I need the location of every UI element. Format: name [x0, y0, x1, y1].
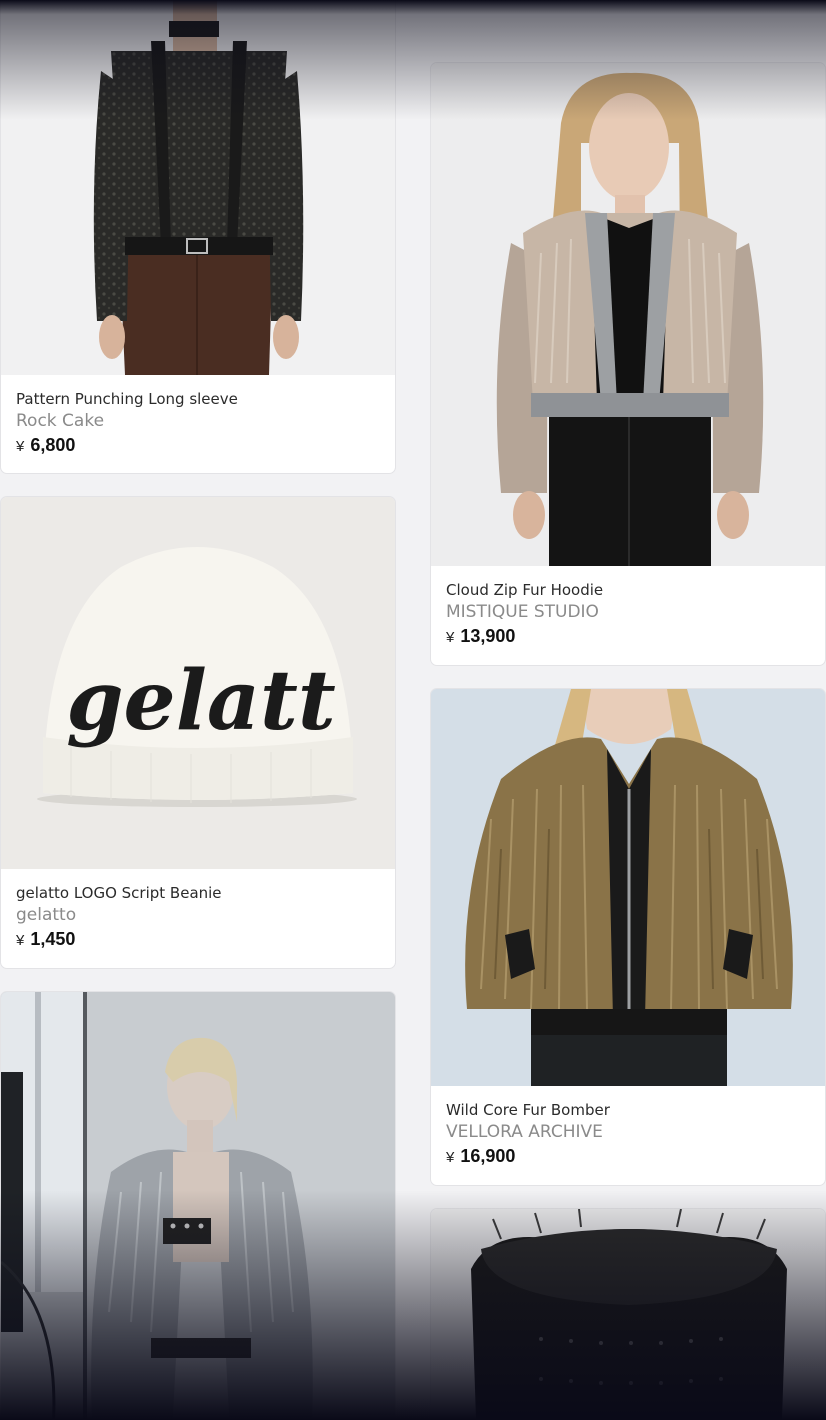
- product-price: ¥1,450: [16, 927, 380, 953]
- product-title: Wild Core Fur Bomber: [446, 1101, 610, 1119]
- product-brand[interactable]: MISTIQUE STUDIO: [446, 600, 810, 624]
- product-card-gelatto-beanie[interactable]: gelatt gelatto LOGO Script Beanie gelatt…: [0, 496, 396, 969]
- fur-bomber-jacket-icon: [431, 689, 825, 1086]
- product-title: gelatto LOGO Script Beanie: [16, 884, 222, 902]
- product-card-pattern-punching[interactable]: Pattern Punching Long sleeve Rock Cake ¥…: [0, 0, 396, 474]
- product-brand[interactable]: VELLORA ARCHIVE: [446, 1120, 810, 1144]
- product-card-wild-core-fur-bomber[interactable]: Wild Core Fur Bomber VELLORA ARCHIVE ¥16…: [430, 688, 826, 1186]
- product-title: Pattern Punching Long sleeve: [16, 390, 238, 408]
- product-brand[interactable]: gelatto: [16, 903, 380, 927]
- product-card-grey-fur-coat[interactable]: [0, 991, 396, 1420]
- price-value: 16,900: [460, 1146, 516, 1166]
- product-price: ¥6,800: [16, 433, 380, 459]
- product-price: ¥13,900: [446, 624, 810, 650]
- product-title: Cloud Zip Fur Hoodie: [446, 581, 604, 599]
- product-info: gelatto LOGO Script Beanie gelatto ¥1,45…: [1, 869, 395, 953]
- price-value: 13,900: [460, 626, 516, 646]
- currency-symbol: ¥: [16, 438, 25, 455]
- white-beanie-icon: gelatt: [1, 497, 395, 869]
- currency-symbol: ¥: [446, 1149, 455, 1166]
- woman-faux-fur-hoodie-icon: [431, 63, 825, 566]
- product-card-black-fur-top[interactable]: [430, 1208, 826, 1420]
- currency-symbol: ¥: [16, 932, 25, 949]
- woman-black-lace-top-icon: [1, 0, 395, 375]
- model-grey-fur-coat-icon: [1, 992, 395, 1420]
- product-info: Cloud Zip Fur Hoodie MISTIQUE STUDIO ¥13…: [431, 566, 825, 650]
- product-info: Wild Core Fur Bomber VELLORA ARCHIVE ¥16…: [431, 1086, 825, 1170]
- price-value: 6,800: [30, 435, 76, 455]
- beanie-logo-text: gelatt: [66, 653, 336, 749]
- product-info: Pattern Punching Long sleeve Rock Cake ¥…: [1, 375, 395, 459]
- black-fur-top-icon: [431, 1209, 825, 1420]
- price-value: 1,450: [30, 929, 76, 949]
- product-price: ¥16,900: [446, 1144, 810, 1170]
- product-card-cloud-zip-fur-hoodie[interactable]: Cloud Zip Fur Hoodie MISTIQUE STUDIO ¥13…: [430, 62, 826, 666]
- product-brand[interactable]: Rock Cake: [16, 409, 380, 433]
- currency-symbol: ¥: [446, 629, 455, 646]
